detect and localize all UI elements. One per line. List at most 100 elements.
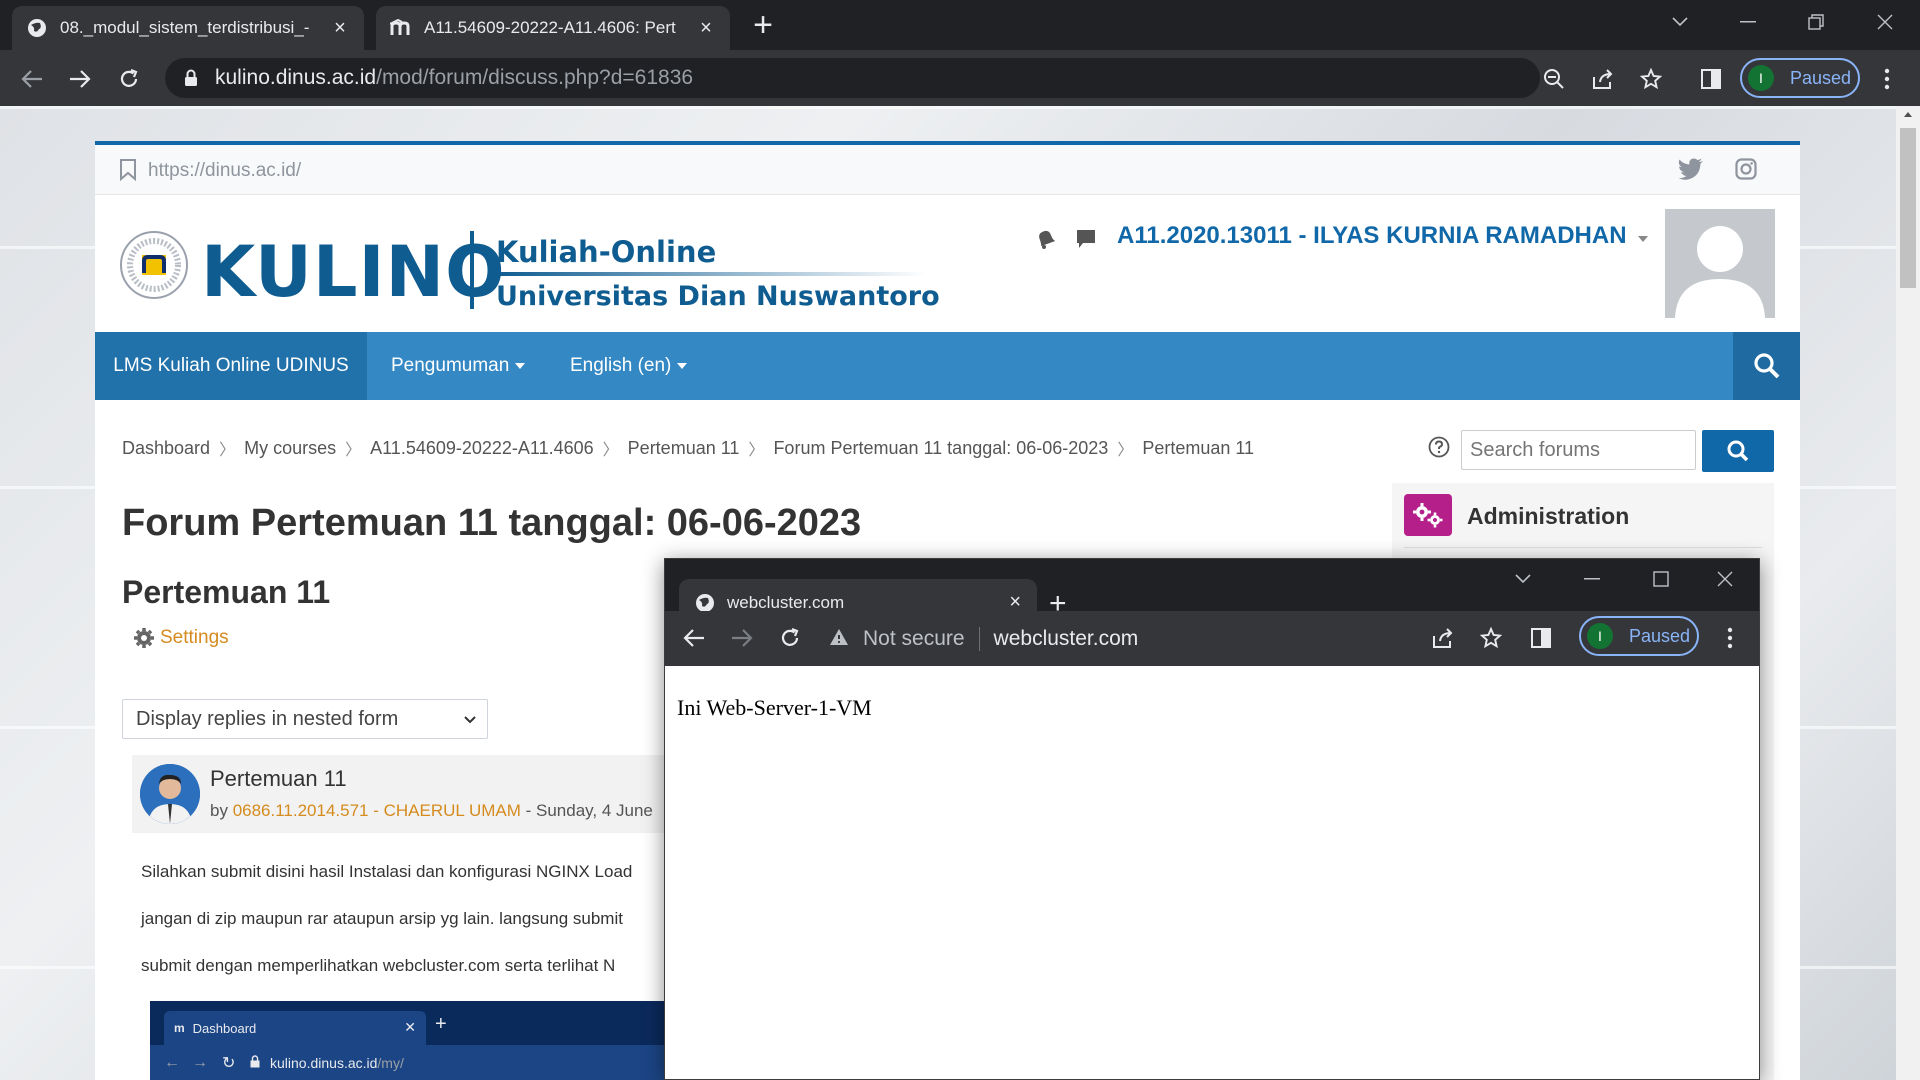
byline-prefix: by [210, 801, 233, 820]
nav-search-button[interactable] [1733, 332, 1800, 400]
notification-bell-icon[interactable] [1035, 228, 1057, 255]
tab-search-button[interactable] [1645, 0, 1715, 44]
more-vert-icon[interactable] [1727, 627, 1733, 654]
search-icon [1727, 440, 1749, 462]
site-header: KULINO Kuliah-Online Universitas Dian Nu… [95, 195, 1800, 332]
chevron-right-icon: 〉 [602, 442, 619, 459]
close-icon [1877, 14, 1893, 30]
avatar[interactable] [140, 764, 200, 824]
browser-tabstrip: 08._modul_sistem_terdistribusi_- × A11.5… [0, 0, 1920, 50]
post-title: Pertemuan 11 [210, 766, 347, 791]
popup-browser-window: webcluster.com × + Not secure webcluster… [664, 558, 1760, 1080]
share-icon[interactable] [1432, 627, 1454, 654]
user-menu-name[interactable]: A11.2020.13011 - ILYAS KURNIA RAMADHAN [1117, 222, 1649, 250]
chrome-menu-button[interactable] [1870, 62, 1904, 96]
minimize-button[interactable] [1557, 559, 1626, 599]
popup-tab-title: webcluster.com [727, 593, 845, 612]
post-body-line: jangan di zip maupun rar ataupun arsip y… [141, 909, 623, 928]
arrow-right-icon: → [192, 1054, 208, 1071]
breadcrumb-section[interactable]: Pertemuan 11 [628, 438, 740, 459]
settings-link[interactable]: Settings [133, 627, 229, 649]
reload-icon [781, 627, 799, 646]
address-bar[interactable]: kulino.dinus.ac.id /mod/forum/discuss.ph… [165, 58, 1662, 98]
address-path: /mod/forum/discuss.php?d=61836 [376, 66, 694, 89]
nav-item-label: English (en) [570, 355, 672, 376]
breadcrumb-my-courses[interactable]: My courses [244, 438, 336, 459]
globe-icon [26, 17, 48, 39]
address-host: kulino.dinus.ac.id [215, 66, 377, 89]
back-button[interactable] [15, 62, 49, 96]
browser-toolbar: kulino.dinus.ac.id /mod/forum/discuss.ph… [0, 50, 1920, 106]
post-byline: by 0686.11.2014.571 - CHAERUL UMAM - Sun… [210, 801, 653, 821]
bookmark-star-icon[interactable] [1479, 626, 1503, 654]
browser-tab-title: A11.54609-20222-A11.4606: Pert [424, 18, 676, 37]
udinus-seal-logo[interactable] [120, 231, 188, 299]
nav-pengumuman-dropdown[interactable]: Pengumuman [391, 332, 526, 400]
search-forums-input[interactable] [1461, 430, 1696, 470]
maximize-button[interactable] [1626, 559, 1695, 599]
twitter-icon[interactable] [1678, 158, 1704, 185]
side-panel-icon[interactable] [1531, 628, 1551, 653]
kulino-logo-text[interactable]: KULINO [201, 231, 506, 313]
display-mode-select[interactable]: Display replies in nested form [122, 699, 488, 739]
moodle-icon: m [174, 1021, 185, 1035]
post-date: - Sunday, 4 June [520, 801, 653, 820]
zoom-out-icon[interactable] [1541, 66, 1567, 92]
minimize-icon [1583, 578, 1600, 580]
popup-profile-button[interactable]: I Paused [1579, 616, 1699, 656]
site-url-link[interactable]: https://dinus.ac.id/ [148, 160, 301, 182]
screenshot-url-path: /my/ [377, 1055, 404, 1071]
share-icon[interactable] [1590, 66, 1616, 92]
close-window-button[interactable] [1850, 0, 1920, 44]
reload-button[interactable] [775, 623, 805, 653]
close-icon[interactable]: × [330, 18, 350, 38]
forward-button[interactable] [727, 623, 757, 653]
browser-tab-modul[interactable]: 08._modul_sistem_terdistribusi_- × [12, 6, 364, 50]
nav-language-dropdown[interactable]: English (en) [570, 332, 688, 400]
display-mode-value: Display replies in nested form [136, 707, 399, 730]
breadcrumb-course[interactable]: A11.54609-20222-A11.4606 [370, 438, 594, 459]
forward-button[interactable] [63, 62, 97, 96]
help-icon[interactable] [1428, 436, 1450, 463]
avatar[interactable] [1665, 209, 1775, 318]
back-button[interactable] [679, 623, 709, 653]
post-author-link[interactable]: 0686.11.2014.571 - CHAERUL UMAM [233, 801, 521, 820]
message-icon[interactable] [1075, 228, 1097, 255]
side-panel-button[interactable] [1694, 62, 1728, 96]
page-scrollbar[interactable] [1896, 106, 1920, 1080]
tab-search-button[interactable] [1488, 559, 1557, 599]
more-vert-icon [1884, 68, 1890, 90]
reload-button[interactable] [112, 62, 146, 96]
screenshot-tab: m Dashboard ✕ [164, 1011, 426, 1045]
close-icon[interactable]: × [696, 18, 716, 38]
divider [1404, 547, 1762, 548]
chevron-down-icon [464, 716, 476, 724]
screenshot-toolbar: ← → ↻ kulino.dinus.ac.id/my/ [150, 1045, 710, 1080]
browser-tab-course[interactable]: A11.54609-20222-A11.4606: Pert × [376, 6, 730, 50]
breadcrumb-discussion[interactable]: Pertemuan 11 [1142, 438, 1254, 459]
new-tab-button[interactable]: + [741, 8, 785, 44]
nav-home-link[interactable]: LMS Kuliah Online UDINUS [95, 332, 367, 400]
logo-divider [470, 231, 474, 309]
lock-icon [181, 68, 201, 88]
restore-button[interactable] [1781, 0, 1851, 44]
instagram-icon[interactable] [1735, 158, 1757, 185]
close-window-button[interactable] [1690, 559, 1759, 599]
chevron-down-icon [1514, 574, 1531, 584]
screenshot-url: kulino.dinus.ac.id/my/ [270, 1055, 404, 1071]
breadcrumb-dashboard[interactable]: Dashboard [122, 438, 210, 459]
profile-button[interactable]: I Paused [1740, 58, 1860, 98]
popup-toolbar: Not secure webcluster.com I Paused [665, 611, 1759, 666]
scroll-up-icon[interactable] [1896, 106, 1920, 122]
bookmark-star-icon[interactable] [1638, 66, 1664, 92]
minimize-button[interactable] [1713, 0, 1783, 44]
caret-down-icon [515, 363, 526, 369]
screenshot-tab-title: Dashboard [192, 1020, 257, 1036]
close-icon [1717, 571, 1732, 587]
scrollbar-thumb[interactable] [1900, 128, 1916, 288]
arrow-right-icon [732, 629, 753, 647]
lock-icon [250, 1055, 260, 1073]
popup-page-text: Ini Web-Server-1-VM [677, 695, 872, 720]
breadcrumb-forum[interactable]: Forum Pertemuan 11 tanggal: 06-06-2023 [773, 438, 1108, 459]
search-forums-button[interactable] [1702, 430, 1774, 472]
